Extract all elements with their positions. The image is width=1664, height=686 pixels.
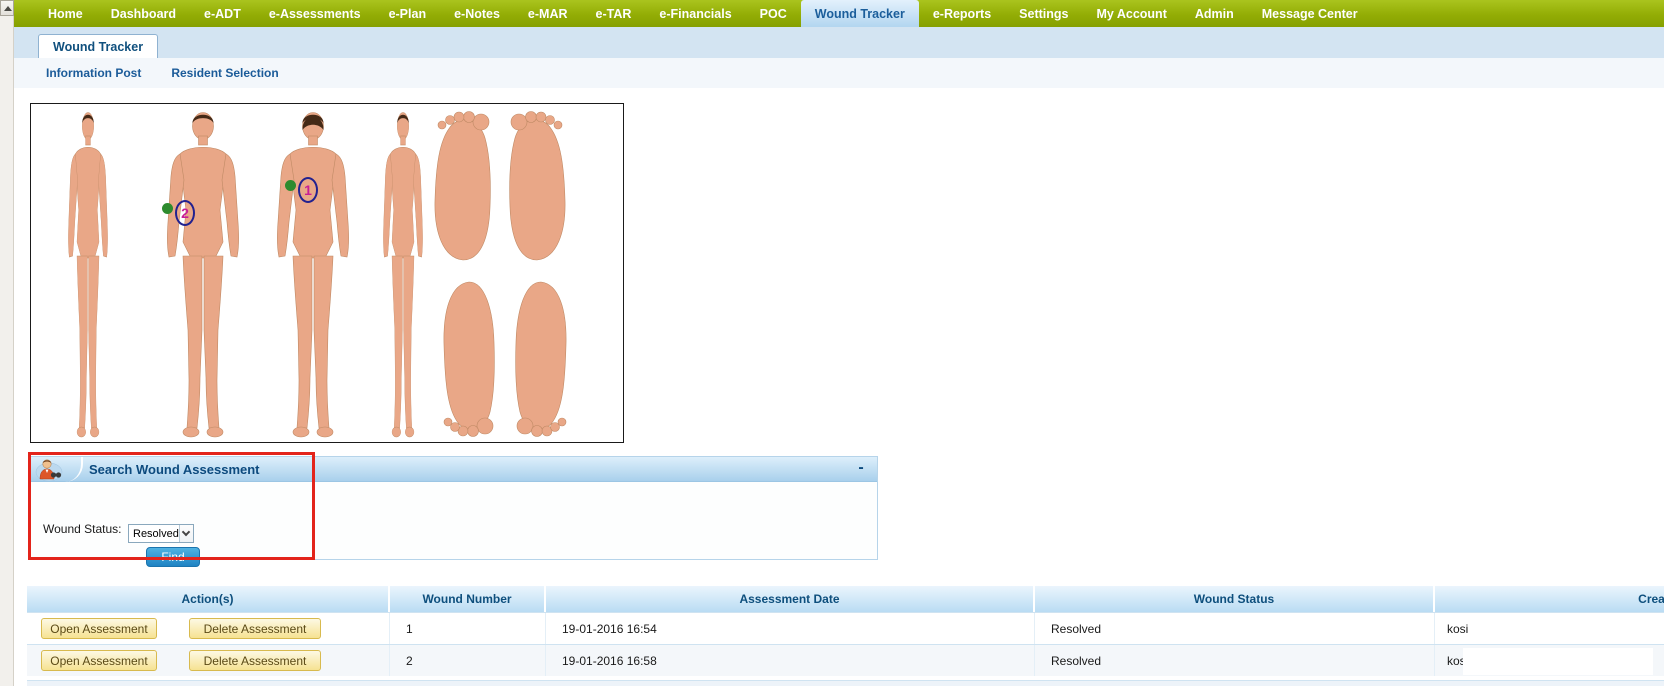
wound-number-cell: 1: [390, 613, 546, 644]
nav-item-e-plan[interactable]: e-Plan: [375, 0, 441, 27]
created-by-text: kosi: [1447, 622, 1468, 636]
wound-marker-dot-2[interactable]: [162, 203, 173, 214]
header-wound-number: Wound Number: [390, 586, 546, 612]
results-table-container: Action(s) Wound Number Assessment Date W…: [27, 586, 1664, 676]
results-table: Action(s) Wound Number Assessment Date W…: [27, 586, 1664, 676]
actions-cell: Open Assessment Delete Assessment: [27, 645, 390, 676]
open-assessment-button[interactable]: Open Assessment: [41, 618, 157, 639]
nav-item-e-adt[interactable]: e-ADT: [190, 0, 255, 27]
panel-header: Search Wound Assessment -: [31, 457, 877, 482]
nav-item-dashboard[interactable]: Dashboard: [97, 0, 190, 27]
nav-item-message-center[interactable]: Message Center: [1248, 0, 1372, 27]
collapse-panel-button[interactable]: -: [853, 459, 869, 477]
panel-title: Search Wound Assessment: [89, 457, 260, 482]
wound-marker-dot-1[interactable]: [285, 180, 296, 191]
select-dropdown-arrow-icon[interactable]: [179, 525, 193, 542]
wound-status-selected-value: Resolved: [129, 528, 179, 540]
header-arc-decoration: [65, 457, 83, 482]
nav-item-e-mar[interactable]: e-MAR: [514, 0, 582, 27]
nav-item-e-financials[interactable]: e-Financials: [645, 0, 745, 27]
nav-item-my-account[interactable]: My Account: [1082, 0, 1180, 27]
redaction-box: [1468, 617, 1643, 641]
feet-dorsal: [444, 282, 566, 437]
nav-item-e-tar[interactable]: e-TAR: [582, 0, 646, 27]
main-nav-bar: Home Dashboard e-ADT e-Assessments e-Pla…: [14, 0, 1664, 27]
wound-number-cell: 2: [390, 645, 546, 676]
nav-item-settings[interactable]: Settings: [1005, 0, 1082, 27]
table-row: Open Assessment Delete Assessment 1 19-0…: [27, 612, 1664, 644]
tab-strip: Wound Tracker: [14, 27, 1664, 58]
header-actions: Action(s): [27, 586, 390, 612]
search-wound-assessment-panel: Search Wound Assessment - Wound Status: …: [30, 456, 878, 560]
table-header-row: Action(s) Wound Number Assessment Date W…: [27, 586, 1664, 612]
delete-assessment-button[interactable]: Delete Assessment: [189, 650, 321, 671]
wound-tracker-page: Home Dashboard e-ADT e-Assessments e-Pla…: [0, 0, 1664, 686]
wound-marker-1[interactable]: 1: [298, 177, 318, 203]
created-by-cell: kosi: [1435, 613, 1664, 644]
wound-status-select[interactable]: Resolved: [128, 524, 194, 543]
sub-nav: Information Post Resident Selection: [14, 58, 1664, 88]
assessment-date-cell: 19-01-2016 16:54: [546, 613, 1035, 644]
header-wound-status: Wound Status: [1035, 586, 1435, 612]
nav-item-home[interactable]: Home: [34, 0, 97, 27]
header-assessment-date: Assessment Date: [546, 586, 1035, 612]
body-diagram-svg: [31, 104, 623, 442]
actions-cell: Open Assessment Delete Assessment: [27, 613, 390, 644]
wound-status-cell: Resolved: [1035, 613, 1435, 644]
nav-item-e-reports[interactable]: e-Reports: [919, 0, 1005, 27]
figure-side-right: [383, 113, 422, 438]
figure-front: [167, 113, 238, 438]
feet-plantar: [435, 112, 565, 261]
nav-item-wound-tracker[interactable]: Wound Tracker: [801, 0, 919, 27]
created-by-cell: kosi: [1435, 645, 1664, 676]
link-information-post[interactable]: Information Post: [46, 66, 141, 80]
redaction-box: [1463, 648, 1653, 675]
panel-body: Wound Status: Resolved Find: [31, 482, 877, 560]
table-row: Open Assessment Delete Assessment 2 19-0…: [27, 644, 1664, 676]
tab-wound-tracker[interactable]: Wound Tracker: [38, 34, 158, 58]
left-scrollbar-track[interactable]: [0, 0, 14, 686]
figure-side-left: [68, 113, 107, 438]
nav-item-e-assessments[interactable]: e-Assessments: [255, 0, 375, 27]
wound-status-label: Wound Status:: [43, 522, 122, 536]
delete-assessment-button[interactable]: Delete Assessment: [189, 618, 321, 639]
wound-marker-2[interactable]: 2: [175, 200, 195, 226]
assessment-date-cell: 19-01-2016 16:58: [546, 645, 1035, 676]
scroll-up-button[interactable]: [0, 0, 14, 16]
header-created-by: Crea: [1435, 586, 1664, 612]
scroll-up-arrow-icon: [4, 6, 12, 11]
next-row-partial-strip: [27, 680, 1664, 686]
nav-item-poc[interactable]: POC: [746, 0, 801, 27]
wound-status-cell: Resolved: [1035, 645, 1435, 676]
open-assessment-button[interactable]: Open Assessment: [41, 650, 157, 671]
search-person-icon: [35, 458, 65, 481]
body-diagram: 2 1: [30, 103, 624, 443]
figure-back: [277, 113, 348, 438]
link-resident-selection[interactable]: Resident Selection: [171, 66, 278, 80]
nav-item-admin[interactable]: Admin: [1181, 0, 1248, 27]
find-button[interactable]: Find: [146, 547, 200, 567]
nav-item-e-notes[interactable]: e-Notes: [440, 0, 514, 27]
